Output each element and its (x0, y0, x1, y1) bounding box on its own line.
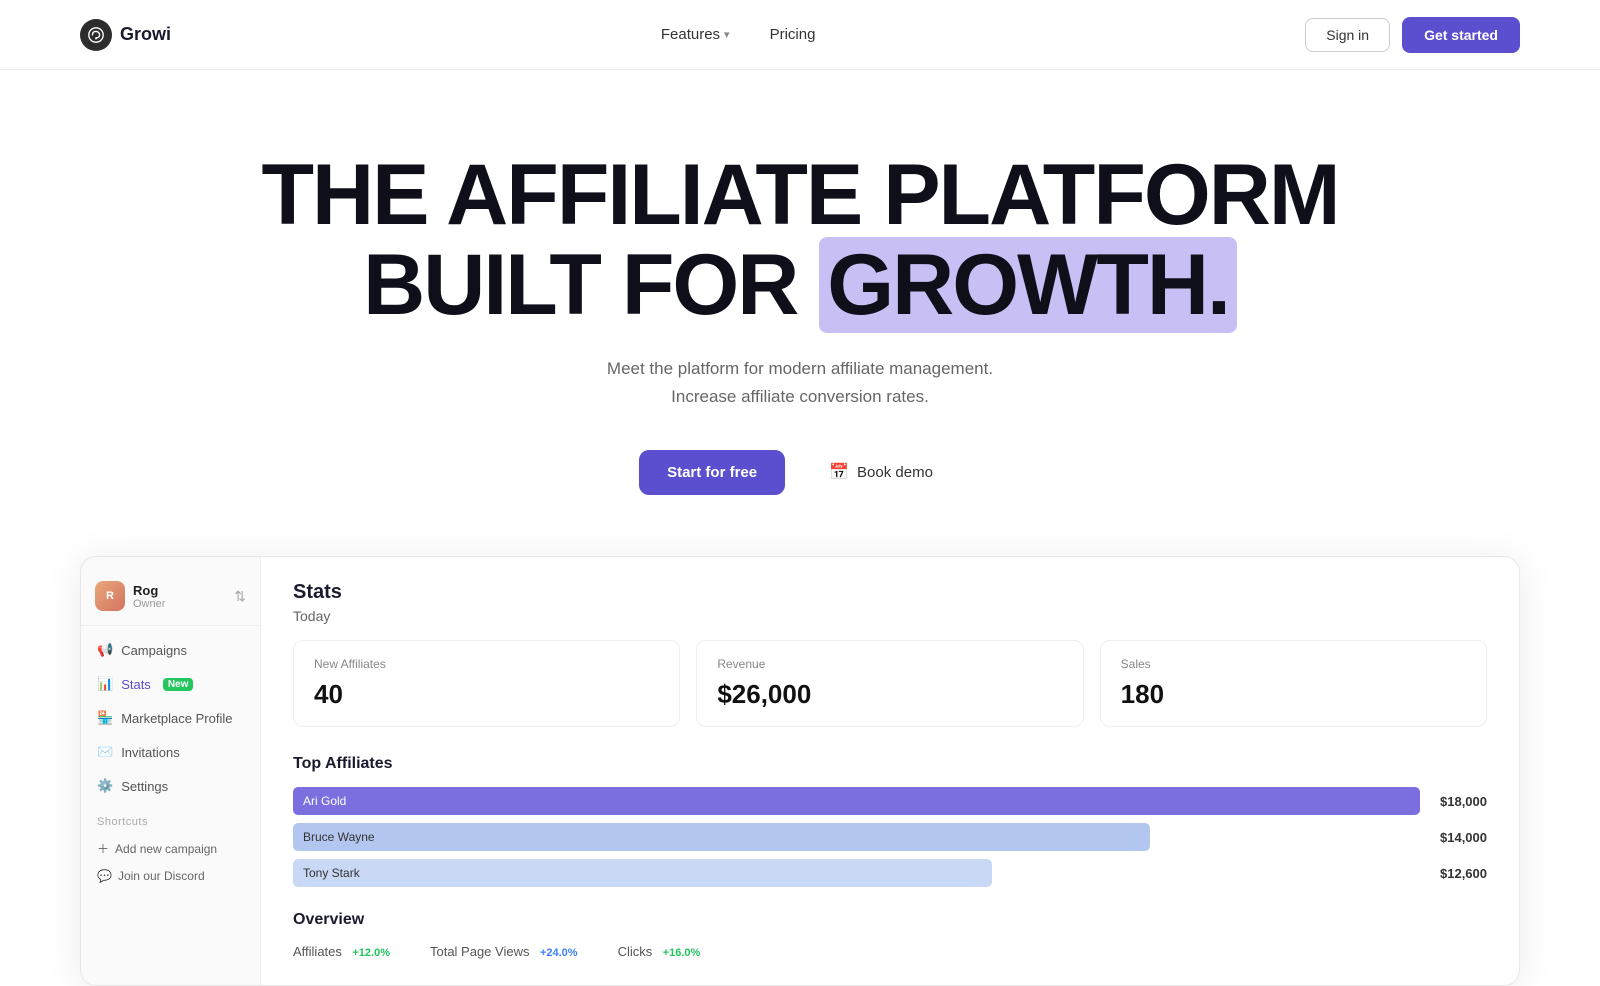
sidebar-item-settings[interactable]: ⚙️ Settings (89, 770, 252, 802)
today-label: Today (293, 608, 1487, 624)
chevron-updown-icon: ⇅ (234, 588, 246, 605)
stat-label-0: New Affiliates (314, 657, 659, 671)
invitations-icon: ✉️ (97, 744, 113, 760)
overview-title: Overview (293, 911, 1487, 929)
sidebar-label-marketplace: Marketplace Profile (121, 711, 232, 726)
affiliate-row-1: Bruce Wayne $14,000 (293, 823, 1487, 851)
sidebar-label-campaigns: Campaigns (121, 643, 187, 658)
stat-label-2: Sales (1121, 657, 1466, 671)
overview-badge-2: +16.0% (663, 947, 701, 959)
shortcuts-label: Shortcuts (81, 804, 260, 834)
dashboard-preview: R Rog Owner ⇅ 📢 Campaigns 📊 Stats New (80, 556, 1520, 986)
affiliate-row-0: Ari Gold $18,000 (293, 787, 1487, 815)
overview-item-pageviews: Total Page Views +24.0% (430, 943, 578, 961)
overview-section: Overview Affiliates +12.0% Total Page Vi… (293, 911, 1487, 961)
nav-pricing[interactable]: Pricing (770, 26, 816, 43)
sidebar-label-invitations: Invitations (121, 745, 180, 760)
sidebar-item-marketplace[interactable]: 🏪 Marketplace Profile (89, 702, 252, 734)
calendar-icon: 📅 (829, 462, 849, 482)
logo-text: Growi (120, 24, 171, 45)
new-badge: New (163, 678, 194, 691)
user-role: Owner (133, 598, 165, 610)
sidebar: R Rog Owner ⇅ 📢 Campaigns 📊 Stats New (81, 557, 261, 985)
hero-subtitle: Meet the platform for modern affiliate m… (40, 355, 1560, 413)
nav-actions: Sign in Get started (1305, 17, 1520, 53)
stat-card-affiliates: New Affiliates 40 (293, 640, 680, 727)
chevron-down-icon: ▾ (724, 28, 730, 41)
overview-item-affiliates: Affiliates +12.0% (293, 943, 390, 961)
bar-fill-2: Tony Stark (293, 859, 992, 887)
bar-amount-1: $14,000 (1440, 830, 1487, 845)
campaigns-icon: 📢 (97, 642, 113, 658)
logo-icon (80, 19, 112, 51)
hero-title: THE AFFILIATE PLATFORM BUILT FOR GROWTH. (40, 150, 1560, 331)
nav-center: Features ▾ Pricing (661, 26, 816, 43)
sidebar-user: R Rog Owner ⇅ (81, 573, 260, 626)
bar-amount-2: $12,600 (1440, 866, 1487, 881)
bar-amount-0: $18,000 (1440, 794, 1487, 809)
sidebar-label-stats: Stats (121, 677, 151, 692)
marketplace-icon: 🏪 (97, 710, 113, 726)
overview-label-1: Total Page Views (430, 944, 530, 959)
stat-cards: New Affiliates 40 Revenue $26,000 Sales … (293, 640, 1487, 727)
stat-value-0: 40 (314, 679, 659, 710)
sidebar-label-settings: Settings (121, 779, 168, 794)
sidebar-item-campaigns[interactable]: 📢 Campaigns (89, 634, 252, 666)
overview-label-2: Clicks (618, 944, 653, 959)
stat-card-sales: Sales 180 (1100, 640, 1487, 727)
bar-fill-0: Ari Gold (293, 787, 1420, 815)
user-name: Rog (133, 583, 165, 598)
settings-icon: ⚙️ (97, 778, 113, 794)
affiliate-row-2: Tony Stark $12,600 (293, 859, 1487, 887)
overview-badge-1: +24.0% (540, 947, 578, 959)
avatar: R (95, 581, 125, 611)
stat-value-1: $26,000 (717, 679, 1062, 710)
overview-row: Affiliates +12.0% Total Page Views +24.0… (293, 943, 1487, 961)
overview-badge-0: +12.0% (352, 947, 390, 959)
start-for-free-button[interactable]: Start for free (639, 450, 785, 495)
sidebar-item-stats[interactable]: 📊 Stats New (89, 668, 252, 700)
stats-icon: 📊 (97, 676, 113, 692)
plus-icon: ＋ (97, 840, 109, 857)
getstarted-button[interactable]: Get started (1402, 17, 1520, 53)
logo[interactable]: Growi (80, 19, 171, 51)
main-panel: Stats Today New Affiliates 40 Revenue $2… (261, 557, 1519, 985)
hero-highlight: GROWTH. (819, 237, 1237, 333)
sidebar-item-invitations[interactable]: ✉️ Invitations (89, 736, 252, 768)
page-title: Stats (293, 581, 1487, 604)
stat-label-1: Revenue (717, 657, 1062, 671)
stat-value-2: 180 (1121, 679, 1466, 710)
stat-card-revenue: Revenue $26,000 (696, 640, 1083, 727)
shortcut-add-campaign[interactable]: ＋ Add new campaign (81, 834, 260, 863)
bar-fill-1: Bruce Wayne (293, 823, 1150, 851)
shortcut-discord[interactable]: 💬 Join our Discord (81, 863, 260, 889)
overview-label-0: Affiliates (293, 944, 342, 959)
overview-item-clicks: Clicks +16.0% (618, 943, 701, 961)
nav-features[interactable]: Features ▾ (661, 26, 730, 43)
navbar: Growi Features ▾ Pricing Sign in Get sta… (0, 0, 1600, 70)
sidebar-nav: 📢 Campaigns 📊 Stats New 🏪 Marketplace Pr… (81, 634, 260, 802)
top-affiliates-title: Top Affiliates (293, 755, 1487, 773)
hero-actions: Start for free 📅 Book demo (40, 448, 1560, 496)
book-demo-button[interactable]: 📅 Book demo (801, 448, 961, 496)
top-affiliates-section: Top Affiliates Ari Gold $18,000 Bruce Wa (293, 755, 1487, 887)
signin-button[interactable]: Sign in (1305, 18, 1390, 52)
hero-section: THE AFFILIATE PLATFORM BUILT FOR GROWTH.… (0, 70, 1600, 556)
discord-icon: 💬 (97, 869, 112, 883)
